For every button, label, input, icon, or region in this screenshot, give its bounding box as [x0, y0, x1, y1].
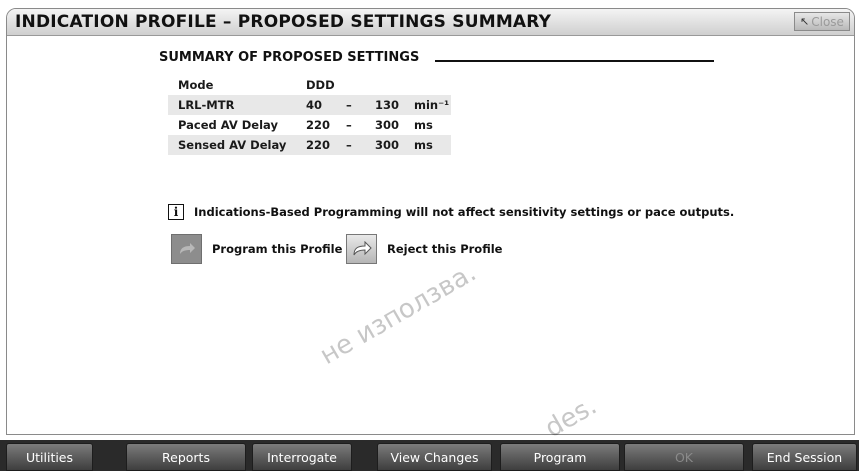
utilities-button[interactable]: Utilities	[6, 443, 93, 471]
reports-button[interactable]: Reports	[126, 443, 246, 471]
settings-row-sensed-av: Sensed AV Delay 220 – 300 ms	[168, 135, 451, 155]
info-text: Indications-Based Programming will not a…	[194, 205, 735, 219]
setting-unit: ms	[414, 118, 433, 132]
program-profile-button[interactable]	[171, 234, 202, 264]
setting-value-high: 300	[375, 138, 400, 152]
setting-unit: ms	[414, 138, 433, 152]
section-divider	[435, 60, 714, 62]
setting-unit: min⁻¹	[414, 98, 450, 112]
reject-profile-button[interactable]	[346, 234, 377, 264]
close-button[interactable]: ↖ Close	[794, 12, 850, 31]
info-icon: i	[168, 204, 184, 220]
settings-row-lrl-mtr: LRL-MTR 40 – 130 min⁻¹	[168, 95, 451, 115]
setting-value-high: 130	[375, 98, 400, 112]
range-dash: –	[346, 138, 352, 152]
setting-label: Sensed AV Delay	[178, 138, 287, 152]
window-title: INDICATION PROFILE – PROPOSED SETTINGS S…	[15, 12, 552, 32]
end-session-button[interactable]: End Session	[752, 443, 857, 471]
setting-value-low: 220	[306, 118, 331, 132]
interrogate-button[interactable]: Interrogate	[252, 443, 352, 471]
reject-profile-label: Reject this Profile	[387, 242, 503, 256]
setting-label: Mode	[178, 78, 214, 92]
setting-value: DDD	[306, 78, 335, 92]
settings-row-mode: Mode DDD	[168, 75, 451, 95]
close-arrow-icon: ↖	[800, 15, 810, 28]
view-changes-button[interactable]: View Changes	[377, 443, 492, 471]
profile-window: INDICATION PROFILE – PROPOSED SETTINGS S…	[6, 8, 855, 435]
setting-value-high: 300	[375, 118, 400, 132]
curved-arrow-icon	[179, 243, 195, 254]
range-dash: –	[346, 118, 352, 132]
settings-table: Mode DDD LRL-MTR 40 – 130 min⁻¹ Paced AV…	[168, 75, 451, 155]
settings-row-paced-av: Paced AV Delay 220 – 300 ms	[168, 115, 451, 135]
setting-value-low: 40	[306, 98, 323, 112]
title-bar: INDICATION PROFILE – PROPOSED SETTINGS S…	[7, 9, 854, 36]
reject-profile-action[interactable]: Reject this Profile	[346, 234, 502, 264]
range-dash: –	[346, 98, 352, 112]
info-message: i Indications-Based Programming will not…	[168, 204, 734, 220]
program-profile-label: Program this Profile	[212, 242, 343, 256]
close-label: Close	[811, 14, 844, 29]
program-button[interactable]: Program	[500, 443, 620, 471]
program-profile-action[interactable]: Program this Profile	[171, 234, 342, 264]
setting-label: Paced AV Delay	[178, 118, 278, 132]
curved-arrow-icon	[353, 241, 372, 256]
ok-button[interactable]: OK	[624, 443, 744, 471]
setting-label: LRL-MTR	[178, 98, 235, 112]
section-heading: SUMMARY OF PROPOSED SETTINGS	[159, 50, 420, 65]
setting-value-low: 220	[306, 138, 331, 152]
